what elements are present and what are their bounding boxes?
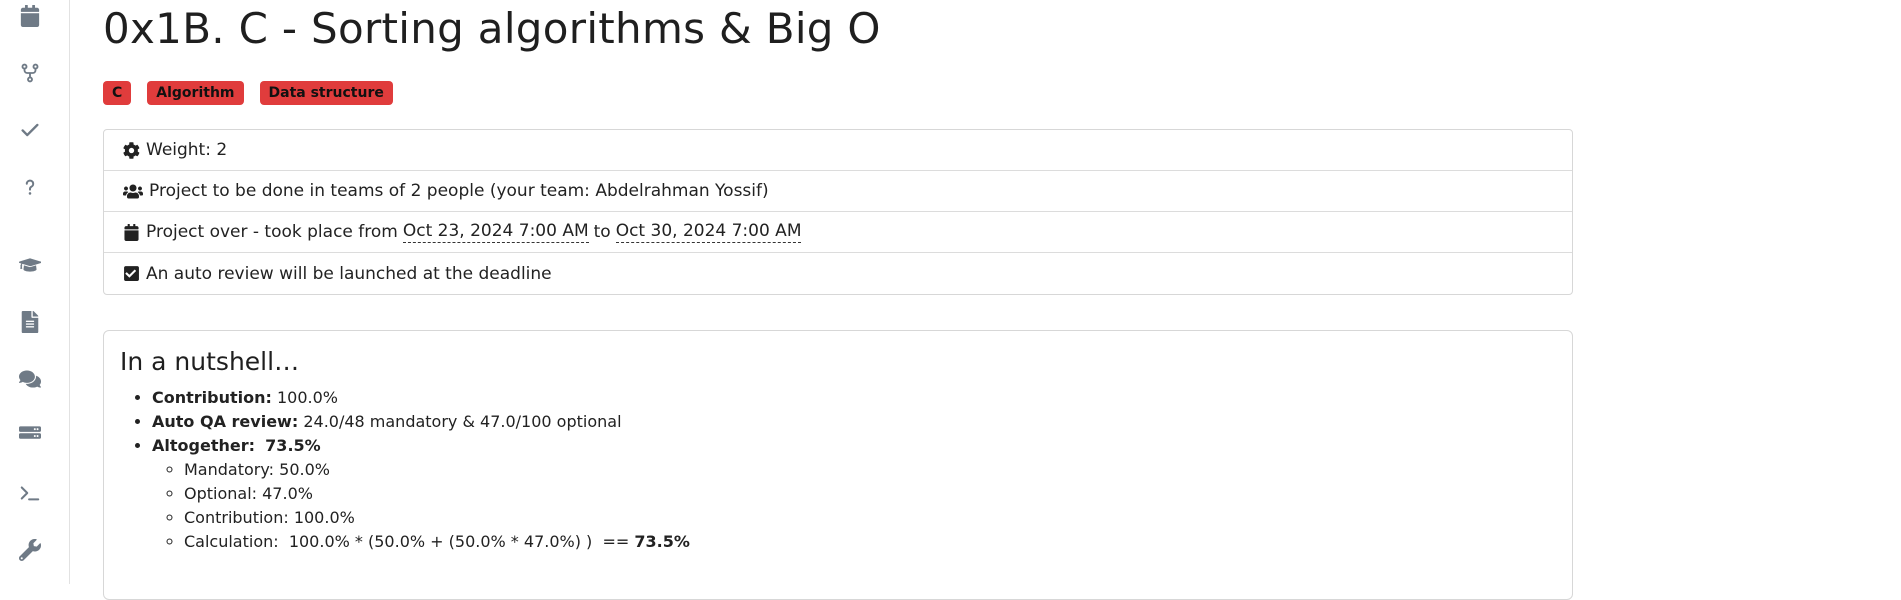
- optional-item: Optional: 47.0%: [184, 482, 1556, 506]
- nutshell-heading: In a nutshell…: [120, 347, 300, 376]
- qa-review-label: Auto QA review:: [152, 412, 299, 431]
- calculation-text: Calculation: 100.0% * (50.0% + (50.0% * …: [184, 532, 635, 551]
- weight-text: Weight: 2: [146, 140, 228, 160]
- project-info-panel: Weight: 2 Project to be done in teams of…: [103, 129, 1573, 295]
- qa-review-item: Auto QA review: 24.0/48 mandatory & 47.0…: [152, 410, 1556, 434]
- calculation-item: Calculation: 100.0% * (50.0% + (50.0% * …: [184, 530, 1556, 554]
- page-title: 0x1B. C - Sorting algorithms & Big O: [103, 4, 881, 53]
- weight-row: Weight: 2: [104, 130, 1572, 171]
- end-date[interactable]: Oct 30, 2024 7:00 AM: [615, 221, 802, 243]
- cog-icon: [122, 141, 141, 160]
- wrench-icon[interactable]: [16, 536, 44, 564]
- qa-review-value: 24.0/48 mandatory & 47.0/100 optional: [303, 412, 622, 431]
- calculation-result: 73.5%: [634, 532, 690, 551]
- altogether-breakdown: Mandatory: 50.0% Optional: 47.0% Contrib…: [152, 458, 1556, 554]
- calendar-icon[interactable]: [16, 2, 44, 30]
- contribution-sub-item: Contribution: 100.0%: [184, 506, 1556, 530]
- altogether-value: 73.5%: [265, 436, 321, 455]
- tag-algorithm: Algorithm: [147, 81, 244, 105]
- tag-list: C Algorithm Data structure: [103, 81, 393, 105]
- calendar-icon: [122, 223, 141, 242]
- server-icon[interactable]: [16, 422, 44, 450]
- tag-data-structure: Data structure: [259, 81, 393, 105]
- terminal-icon[interactable]: [16, 479, 44, 507]
- tag-c: C: [103, 81, 132, 105]
- contribution-value: 100.0%: [277, 388, 339, 407]
- comments-icon[interactable]: [16, 365, 44, 393]
- nutshell-panel: In a nutshell… Contribution: 100.0% Auto…: [103, 330, 1573, 600]
- score-list: Contribution: 100.0% Auto QA review: 24.…: [120, 386, 1556, 554]
- file-icon[interactable]: [16, 308, 44, 336]
- mandatory-item: Mandatory: 50.0%: [184, 458, 1556, 482]
- question-icon[interactable]: [16, 173, 44, 201]
- to-word: to: [593, 222, 611, 242]
- team-text: Project to be done in teams of 2 people …: [149, 181, 769, 201]
- graduation-cap-icon[interactable]: [16, 251, 44, 279]
- check-icon[interactable]: [16, 116, 44, 144]
- period-row: Project over - took place from Oct 23, 2…: [104, 212, 1572, 253]
- auto-review-row: An auto review will be launched at the d…: [104, 253, 1572, 294]
- auto-review-text: An auto review will be launched at the d…: [146, 263, 552, 284]
- contribution-label: Contribution:: [152, 388, 272, 407]
- users-icon: [122, 182, 144, 201]
- contribution-item: Contribution: 100.0%: [152, 386, 1556, 410]
- team-row: Project to be done in teams of 2 people …: [104, 171, 1572, 212]
- sidebar: [0, 0, 70, 584]
- start-date[interactable]: Oct 23, 2024 7:00 AM: [402, 221, 589, 243]
- altogether-item: Altogether: 73.5% Mandatory: 50.0% Optio…: [152, 434, 1556, 554]
- code-fork-icon[interactable]: [16, 59, 44, 87]
- check-square-icon: [122, 264, 141, 283]
- altogether-label: Altogether:: [152, 436, 255, 455]
- period-prefix: Project over - took place from: [146, 222, 398, 242]
